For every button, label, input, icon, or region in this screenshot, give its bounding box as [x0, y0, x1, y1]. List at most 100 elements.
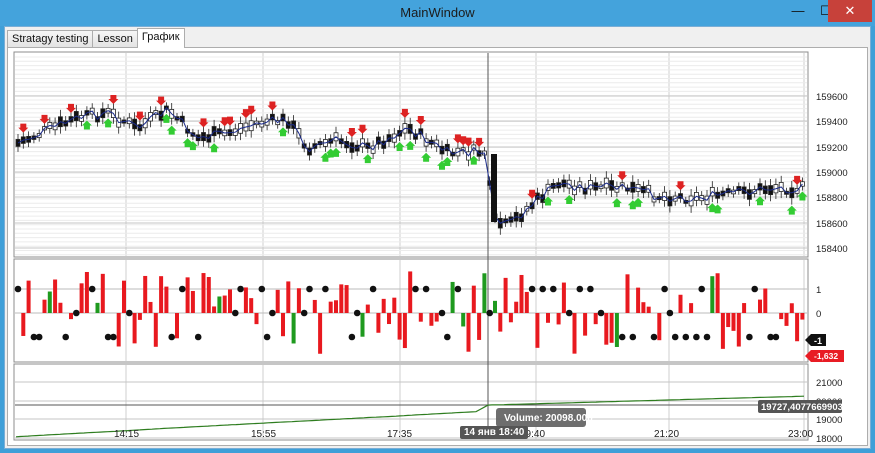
signal-bar	[657, 313, 662, 341]
signal-dot	[693, 333, 700, 341]
signal-dot	[772, 333, 780, 341]
signal-dot	[618, 333, 626, 341]
signal-bar	[122, 280, 126, 313]
close-button[interactable]: ✕	[828, 0, 872, 22]
signal-dot	[263, 333, 271, 341]
signal-bar	[84, 271, 89, 313]
signal-dot	[751, 285, 758, 293]
signal-bar	[524, 291, 529, 313]
tab-lesson[interactable]: Lesson	[92, 30, 138, 48]
signal-bar	[26, 280, 31, 313]
signal-bar	[222, 295, 227, 313]
signal-bar	[466, 313, 471, 352]
candle	[491, 154, 497, 222]
title-bar: MainWindow — ☐ ✕	[0, 0, 875, 26]
signal-value-badge: -1,632	[805, 350, 844, 362]
signal-bar	[641, 302, 646, 313]
signal-bar	[387, 313, 391, 325]
signal-bar	[79, 283, 84, 313]
signal-dot	[258, 285, 266, 293]
signal-bar	[561, 282, 566, 313]
signal-bar	[763, 288, 768, 313]
signal-dot	[682, 333, 690, 341]
signal-bar	[175, 313, 179, 339]
signal-dot	[698, 285, 705, 293]
signal-dot	[486, 309, 494, 317]
signal-bar	[742, 303, 747, 313]
minimize-button[interactable]: —	[784, 0, 812, 22]
signal-bar	[148, 301, 153, 313]
signal-dot	[179, 285, 186, 293]
signal-bar	[408, 271, 413, 313]
equity-axis-label: 19000	[816, 415, 842, 426]
signal-bar	[53, 279, 58, 313]
signal-bar	[678, 294, 683, 313]
time-axis-label: 14:15	[114, 429, 140, 440]
signal-bar	[344, 285, 349, 313]
signal-dot	[528, 285, 536, 293]
tab-chart[interactable]: График	[136, 28, 185, 48]
signal-dot	[369, 285, 377, 293]
signal-bar	[795, 313, 800, 342]
signal-bar	[493, 300, 497, 313]
signal-bar	[604, 313, 609, 345]
signal-dot	[126, 309, 133, 317]
signal-bar	[381, 298, 386, 313]
price-axis-label: 159400	[816, 117, 848, 128]
signal-bar	[365, 304, 370, 313]
signal-dot	[539, 285, 546, 293]
signal-bar	[720, 313, 725, 349]
time-axis-label: 15:55	[251, 429, 277, 440]
signal-dot	[746, 333, 753, 341]
signal-bar	[789, 303, 794, 313]
signal-bar	[21, 313, 26, 336]
signal-bar	[784, 313, 789, 326]
signal-dot	[587, 285, 594, 293]
signal-bar	[328, 301, 333, 313]
price-axis-label: 159200	[816, 143, 848, 154]
signal-bar	[360, 313, 365, 337]
signal-dot	[232, 309, 239, 317]
price-axis-label: 158600	[816, 219, 848, 230]
tab-strategy-testing[interactable]: Stratagy testing	[7, 30, 94, 48]
signal-bar	[217, 296, 222, 313]
price-axis-label: 158400	[816, 244, 848, 255]
signal-bar	[243, 287, 248, 313]
signal-bar	[498, 313, 503, 332]
signal-bar	[800, 313, 805, 320]
signal-bar	[402, 313, 407, 349]
signal-bar	[429, 313, 434, 326]
signal-bar	[249, 298, 254, 313]
signal-bar	[376, 313, 381, 333]
signal-dot	[550, 285, 557, 293]
signal-bar	[477, 313, 482, 340]
time-axis-label: 17:35	[387, 429, 413, 440]
signal-bar	[736, 313, 741, 347]
signal-dot	[671, 333, 679, 341]
signal-bar	[132, 313, 137, 344]
signal-bar	[312, 299, 317, 313]
time-axis: 14:15 15:55 17:35 19:40 21:20 23:00 14 я…	[8, 426, 867, 445]
signal-bar	[556, 313, 561, 325]
signal-dot	[35, 333, 43, 341]
signal-dot	[168, 333, 175, 341]
signal-bar	[185, 277, 190, 313]
signal-bar	[291, 313, 296, 344]
signal-bar	[625, 274, 630, 313]
signal-dot	[322, 285, 329, 293]
signal-dot	[300, 309, 308, 317]
volume-tooltip: Volume: 20098.000	[496, 408, 593, 427]
trading-chart[interactable]: 159600 159400 159200 159000 158800 15860…	[8, 48, 867, 445]
signal-dot	[110, 333, 117, 341]
signal-bar	[519, 274, 524, 313]
signal-bar	[137, 313, 142, 320]
signal-dot	[88, 285, 96, 293]
svg-text:19727,4077669903: 19727,4077669903	[761, 402, 843, 413]
signal-bar	[503, 277, 508, 313]
signal-bar	[153, 313, 158, 347]
signal-bar	[434, 313, 439, 322]
time-axis-label: 21:20	[654, 429, 680, 440]
signal-bar	[636, 287, 641, 313]
price-axis-label: 159600	[816, 92, 848, 103]
signal-dot	[62, 333, 69, 341]
